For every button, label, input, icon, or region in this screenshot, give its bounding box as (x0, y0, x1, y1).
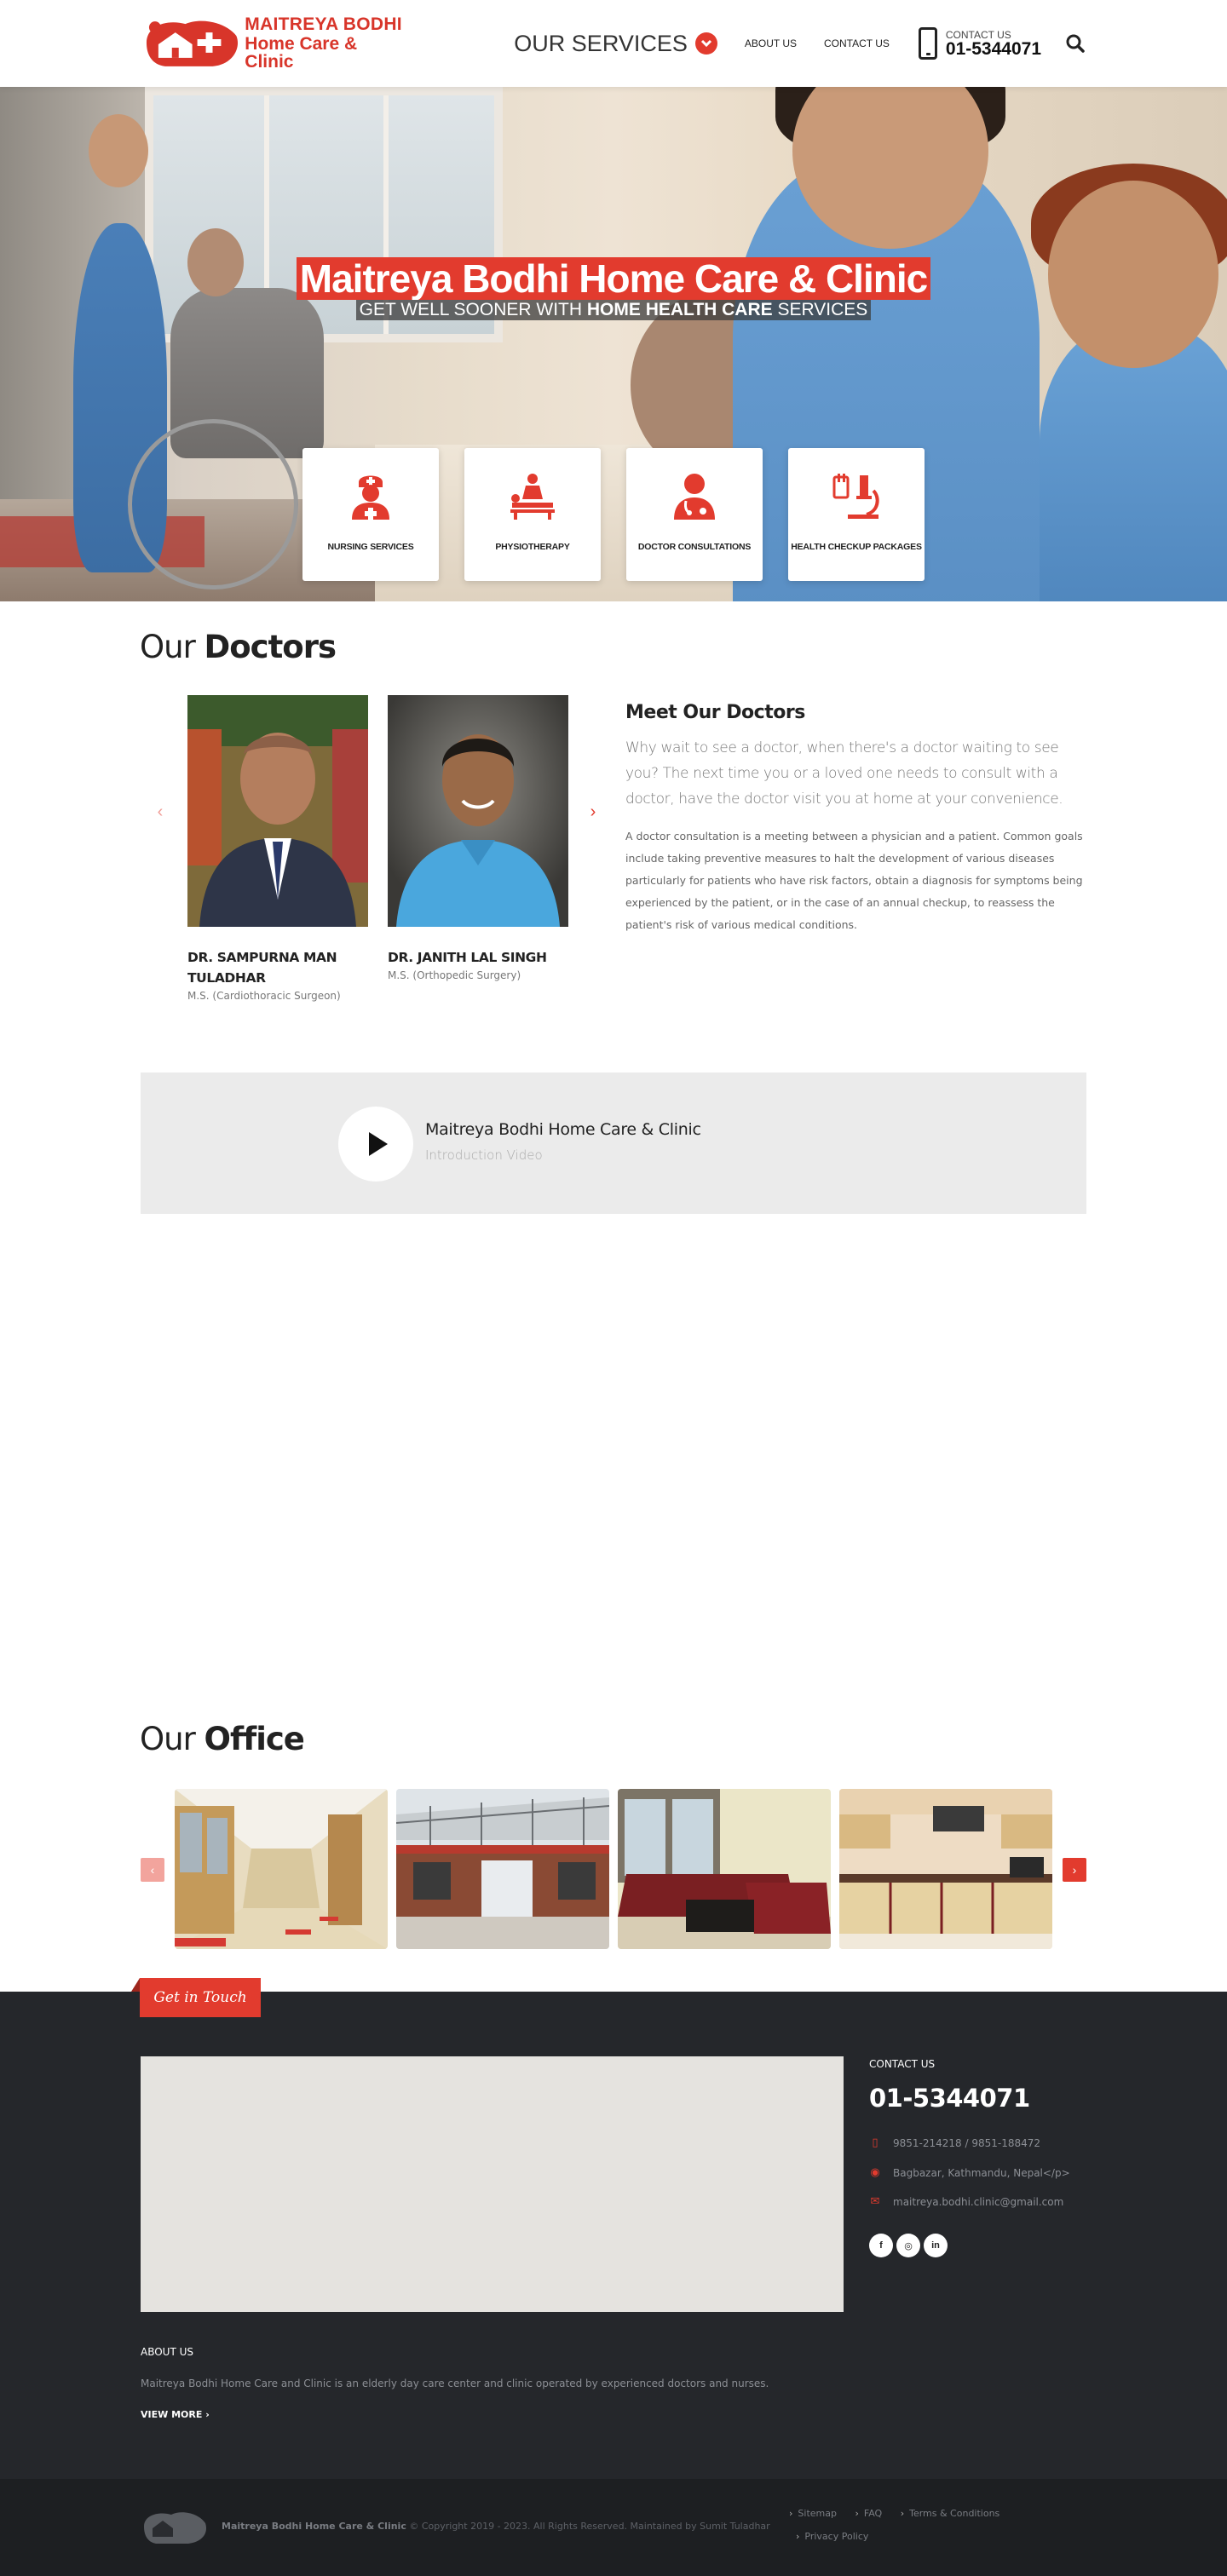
nurse-icon (352, 475, 389, 520)
doctor-card[interactable]: DR. JANITH LAL SINGH M.S. (Orthopedic Su… (388, 695, 568, 981)
location-map[interactable] (141, 2056, 844, 2312)
office-section-title: Our Office (140, 1721, 305, 1757)
phone-icon (918, 27, 937, 60)
footer-about-text: Maitreya Bodhi Home Care and Clinic is a… (141, 2378, 769, 2389)
microscope-icon (832, 474, 879, 519)
intro-video-box[interactable]: Maitreya Bodhi Home Care & Clinic Introd… (141, 1072, 1086, 1214)
footer-links: Sitemap FAQ Terms & Conditions Privacy P… (789, 2508, 1062, 2554)
office-next-arrow[interactable]: › (1063, 1858, 1086, 1882)
footer-link-privacy[interactable]: Privacy Policy (796, 2531, 868, 2542)
footer-email[interactable]: ✉ maitreya.bodhi.clinic@gmail.com (869, 2195, 1064, 2209)
office-photo-building[interactable] (396, 1789, 609, 1949)
nav-our-services[interactable]: OUR SERVICES (514, 31, 717, 57)
doctors-prev-arrow[interactable]: ‹ (152, 803, 169, 820)
linkedin-icon[interactable]: in (924, 2234, 948, 2257)
doctor-icon (674, 474, 715, 520)
footer-link-terms[interactable]: Terms & Conditions (901, 2508, 999, 2519)
nav-about-us[interactable]: ABOUT US (745, 37, 797, 49)
mail-icon: ✉ (870, 2195, 880, 2208)
service-card-physiotherapy[interactable]: PHYSIOTHERAPY (464, 448, 601, 581)
office-prev-arrow[interactable]: ‹ (141, 1858, 164, 1882)
meet-title: Meet Our Doctors (625, 702, 805, 723)
facebook-icon[interactable]: f (869, 2234, 893, 2257)
doctor-degree: M.S. (Orthopedic Surgery) (388, 969, 521, 981)
doctor-name: DR. SAMPURNA MAN TULADHAR (187, 950, 337, 986)
logo-subtitle: Home Care & Clinic (245, 33, 358, 72)
chevron-right-icon: › (205, 2409, 210, 2420)
doctors-section-title: Our Doctors (140, 629, 337, 665)
view-more-link[interactable]: VIEW MORE › (141, 2409, 210, 2420)
service-card-label: PHYSIOTHERAPY (495, 542, 570, 552)
location-pin-icon: ◉ (870, 2166, 880, 2179)
service-card-doctor-consultations[interactable]: DOCTOR CONSULTATIONS (626, 448, 763, 581)
logo-mark-icon (146, 20, 239, 66)
search-icon[interactable] (1065, 33, 1086, 54)
footer-logo-icon (144, 2512, 207, 2544)
play-icon[interactable] (338, 1107, 413, 1182)
video-title: Maitreya Bodhi Home Care & Clinic (425, 1120, 701, 1139)
doctor-name: DR. JANITH LAL SINGH (388, 950, 547, 965)
header-contact-label: CONTACT US (945, 28, 1011, 41)
instagram-icon[interactable]: ◎ (896, 2234, 920, 2257)
site-logo[interactable]: MAITREYA BODHI Home Care & Clinic (141, 14, 410, 72)
meet-our-doctors: Meet Our Doctors Why wait to see a docto… (625, 702, 1086, 936)
footer-mobile[interactable]: ▯ 9851-214218 / 9851-188472 (869, 2136, 1040, 2150)
logo-title: MAITREYA BODHI (245, 14, 402, 34)
office-photo-lounge[interactable] (618, 1789, 831, 1949)
service-cards: NURSING SERVICES PHYSIOTHERAPY DOCTOR CO… (302, 448, 925, 581)
service-card-nursing[interactable]: NURSING SERVICES (302, 448, 439, 581)
massage-icon (510, 474, 555, 520)
footer-link-faq[interactable]: FAQ (855, 2508, 882, 2519)
nav-our-services-label: OUR SERVICES (514, 30, 688, 56)
chevron-down-icon (694, 32, 717, 55)
meet-lead-text: Why wait to see a doctor, when there's a… (625, 739, 1063, 808)
header-contact-number: 01-5344071 (945, 38, 1041, 59)
doctors-next-arrow[interactable]: › (585, 803, 602, 820)
mobile-icon: ▯ (872, 2136, 878, 2149)
nav-contact-us[interactable]: CONTACT US (824, 37, 890, 49)
copyright-text: Maitreya Bodhi Home Care & Clinic © Copy… (222, 2521, 770, 2532)
service-card-label: DOCTOR CONSULTATIONS (637, 542, 752, 552)
office-photo-kitchen[interactable] (839, 1789, 1052, 1949)
footer-link-sitemap[interactable]: Sitemap (789, 2508, 837, 2519)
doctor-degree: M.S. (Cardiothoracic Surgeon) (187, 990, 341, 1002)
doctor-photo (388, 695, 568, 927)
service-card-label: HEALTH CHECKUP PACKAGES (791, 542, 922, 552)
hero-title: Maitreya Bodhi Home Care & Clinic (296, 257, 931, 300)
footer-contact-label: CONTACT US (869, 2058, 936, 2070)
doctor-photo (187, 695, 368, 927)
hero-subtitle: GET WELL SOONER WITH HOME HEALTH CARE SE… (355, 300, 872, 320)
footer-address: ◉ Bagbazar, Kathmandu, Nepal</p> (870, 2166, 1070, 2180)
doctor-card[interactable]: DR. SAMPURNA MAN TULADHAR M.S. (Cardioth… (187, 695, 368, 1002)
video-subtitle: Introduction Video (425, 1147, 543, 1163)
service-card-health-checkup[interactable]: HEALTH CHECKUP PACKAGES (788, 448, 925, 581)
site-header: MAITREYA BODHI Home Care & Clinic OUR SE… (0, 0, 1227, 87)
social-links: f ◎ in (869, 2234, 951, 2257)
service-card-label: NURSING SERVICES (327, 542, 414, 552)
footer-about-label: ABOUT US (141, 2346, 194, 2358)
footer-contact-number[interactable]: 01-5344071 (869, 2084, 1030, 2113)
header-contact[interactable]: CONTACT US 01-5344071 (918, 27, 1041, 60)
get-in-touch-tab: Get in Touch (131, 1978, 261, 2017)
office-photo-corridor[interactable] (175, 1789, 388, 1949)
wheelchair-image (128, 419, 298, 589)
main-nav: OUR SERVICES ABOUT US CONTACT US CONTACT… (514, 0, 1086, 87)
meet-body-text: A doctor consultation is a meeting betwe… (625, 830, 1083, 931)
